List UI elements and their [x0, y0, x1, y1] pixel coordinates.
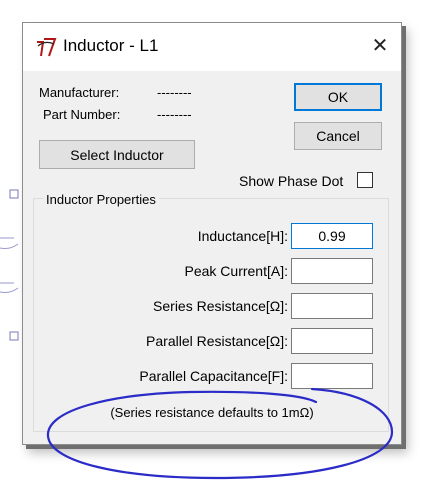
part-number-value: -------- [157, 107, 192, 122]
series-resistance-note: (Series resistance defaults to 1mΩ) [110, 405, 314, 420]
select-inductor-button[interactable]: Select Inductor [39, 140, 195, 169]
inductor-properties-title: Inductor Properties [43, 192, 159, 207]
show-phase-dot-checkbox[interactable] [357, 172, 373, 188]
ok-button[interactable]: OK [294, 83, 382, 111]
peak-current-label: Peak Current[A]: [184, 263, 289, 279]
manufacturer-label: Manufacturer: [39, 85, 120, 100]
title-bar: Inductor - L1 ✕ [23, 23, 401, 71]
parallel-resistance-label: Parallel Resistance[Ω]: [146, 333, 288, 349]
inductance-label: Inductance[H]: [197, 228, 288, 244]
part-number-label: Part Number: [43, 107, 121, 122]
show-phase-dot-label: Show Phase Dot [239, 173, 344, 189]
peak-current-input[interactable] [291, 258, 373, 284]
ltspice-app-icon [37, 38, 57, 57]
parallel-capacitance-label: Parallel Capacitance[F]: [139, 368, 288, 384]
parallel-resistance-input[interactable] [291, 328, 373, 354]
parallel-capacitance-input[interactable] [291, 363, 373, 389]
close-icon[interactable]: ✕ [367, 33, 393, 59]
series-resistance-label: Series Resistance[Ω]: [153, 298, 288, 314]
window-title: Inductor - L1 [63, 36, 159, 55]
screenshot-stage: Inductor - L1 ✕ Manufacturer: -------- P… [0, 0, 432, 480]
manufacturer-value: -------- [157, 85, 192, 100]
inductance-input[interactable] [291, 223, 373, 249]
series-resistance-input[interactable] [291, 293, 373, 319]
inductor-dialog: Inductor - L1 ✕ Manufacturer: -------- P… [22, 22, 402, 445]
cancel-button[interactable]: Cancel [294, 122, 382, 150]
